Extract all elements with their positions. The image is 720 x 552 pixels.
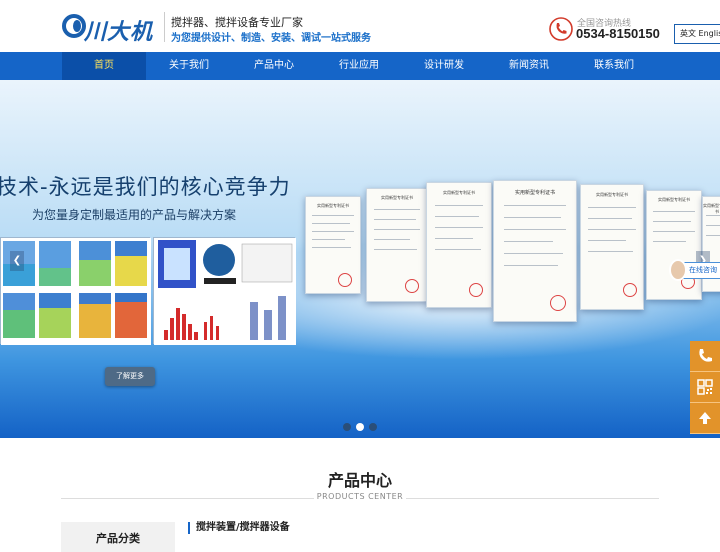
nav-item-rnd[interactable]: 设计研发: [402, 52, 486, 80]
hero-banner: 技术-永远是我们的核心竞争力 为您量身定制最适用的产品与解决方案 实用新型专利证…: [0, 80, 720, 438]
floating-toolbar: [690, 341, 720, 437]
qr-code-icon: [697, 379, 713, 395]
learn-more-button[interactable]: 了解更多: [105, 367, 155, 386]
slide-dot[interactable]: [343, 423, 351, 431]
slide-dot-active[interactable]: [356, 423, 364, 431]
nav-item-products[interactable]: 产品中心: [232, 52, 316, 80]
nav-item-contact[interactable]: 联系我们: [572, 52, 656, 80]
banner-title: 技术-永远是我们的核心竞争力: [0, 175, 291, 199]
float-top-button[interactable]: [690, 403, 720, 434]
banner-prev-button[interactable]: ❮: [10, 251, 24, 271]
float-qr-button[interactable]: [690, 372, 720, 403]
nav-item-industry[interactable]: 行业应用: [317, 52, 401, 80]
tagline-main: 搅拌器、搅拌设备专业厂家: [171, 16, 303, 29]
nav-item-news[interactable]: 新闻资讯: [487, 52, 571, 80]
slide-dot[interactable]: [369, 423, 377, 431]
nav-item-about[interactable]: 关于我们: [147, 52, 231, 80]
tagline-service: 为您提供设计、制造、安装、调试一站式服务: [171, 33, 371, 44]
float-phone-button[interactable]: [690, 341, 720, 372]
language-switch[interactable]: 英文 English: [674, 24, 720, 44]
arrow-up-icon: [699, 412, 711, 424]
product-list-heading[interactable]: 搅拌装置/搅拌器设备: [188, 522, 290, 534]
hotline-phone-icon: [549, 17, 573, 41]
avatar: [669, 259, 687, 281]
banner-subtitle: 为您量身定制最适用的产品与解决方案: [32, 208, 237, 222]
certificate: 实用新型专利证书: [305, 196, 361, 294]
category-title: 产品分类: [96, 532, 140, 545]
main-nav: 首页 关于我们 产品中心 行业应用 设计研发 新闻资讯 联系我们: [0, 52, 720, 80]
phone-icon: [699, 349, 712, 362]
hotline-number[interactable]: 0534-8150150: [576, 26, 660, 41]
certificate: 实用新型专利证书: [426, 182, 492, 308]
online-consult-label: 在线咨询: [689, 266, 717, 274]
certificate: 实用新型专利证书: [646, 190, 702, 300]
nav-item-home[interactable]: 首页: [62, 52, 146, 80]
online-consult-tab[interactable]: 在线咨询: [669, 259, 720, 281]
certificate: 实用新型专利证书: [493, 180, 577, 322]
chart-figure: [153, 237, 296, 345]
certificate: 实用新型专利证书: [580, 184, 644, 310]
header-divider: [164, 12, 165, 42]
section-subtitle: PRODUCTS CENTER: [316, 492, 404, 501]
category-panel: 产品分类: [61, 522, 175, 552]
site-header: 川大机械 搅拌器、搅拌设备专业厂家 为您提供设计、制造、安装、调试一站式服务 全…: [0, 0, 720, 77]
certificate: 实用新型专利证书: [366, 188, 428, 302]
section-title: 产品中心: [327, 471, 392, 490]
chevron-left-icon: ❮: [12, 255, 22, 266]
logo[interactable]: 川大机械: [62, 12, 162, 77]
